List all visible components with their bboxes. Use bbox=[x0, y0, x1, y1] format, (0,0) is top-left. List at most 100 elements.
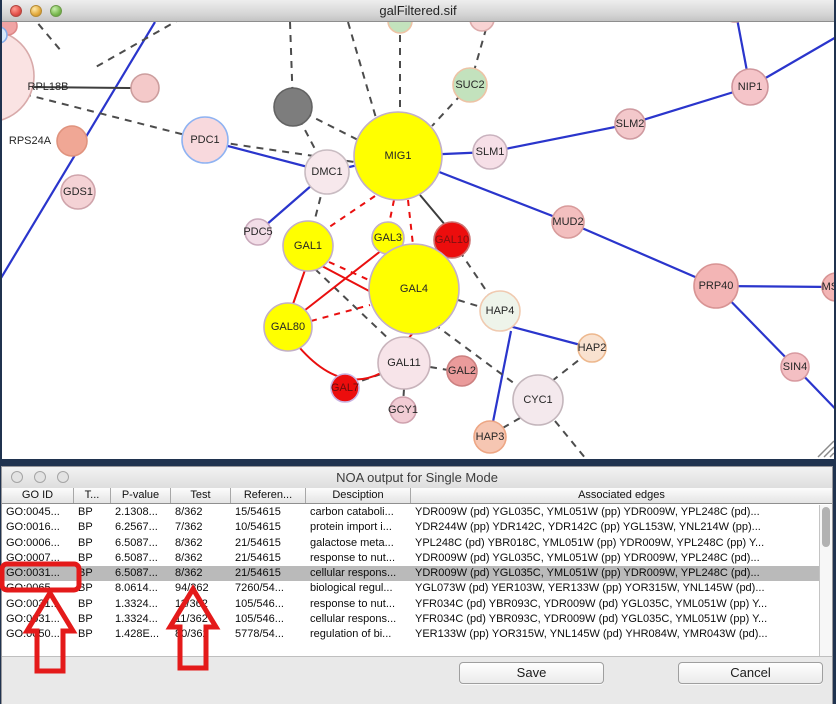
node-label: GAL3 bbox=[374, 232, 402, 244]
close-button[interactable] bbox=[10, 5, 22, 17]
network-window-title: galFiltered.sif bbox=[2, 0, 834, 21]
table-cell: 21/54615 bbox=[231, 551, 306, 566]
table-row-2[interactable]: GO:0006...BP6.5087...8/36221/54615galact… bbox=[2, 536, 819, 551]
network-canvas[interactable]: RPL18BRPS24AGDS1PDC1DMC1PDC5MIG1SUC2SLM1… bbox=[2, 22, 834, 459]
table-cell: 1.3324... bbox=[111, 597, 171, 612]
network-edge bbox=[348, 22, 376, 118]
table-cell: BP bbox=[74, 520, 111, 535]
table-cell: carbon cataboli... bbox=[306, 505, 411, 520]
table-cell: YDR009W (pd) YGL035C, YML051W (pp) YDR00… bbox=[411, 566, 819, 581]
table-cell: BP bbox=[74, 505, 111, 520]
table-row-3[interactable]: GO:0007...BP6.5087...8/36221/54615respon… bbox=[2, 551, 819, 566]
table-cell: GO:0045... bbox=[2, 505, 74, 520]
node-label: SUC2 bbox=[455, 79, 484, 91]
node-label: GAL1 bbox=[294, 240, 322, 252]
node-label: SLM1 bbox=[476, 146, 505, 158]
resize-grip[interactable] bbox=[830, 453, 834, 457]
node-pink-partial-top[interactable] bbox=[470, 22, 494, 31]
node-label: MUD2 bbox=[552, 216, 583, 228]
table-cell: 8/362 bbox=[171, 536, 231, 551]
table-row-1[interactable]: GO:0016...BP6.2567...7/36210/54615protei… bbox=[2, 520, 819, 535]
table-row-7[interactable]: GO:0031...BP1.3324...11/362105/546...cel… bbox=[2, 612, 819, 627]
column-header-3[interactable]: Test bbox=[171, 488, 231, 503]
node-label: HAP3 bbox=[476, 431, 505, 443]
node-label: PDC5 bbox=[243, 226, 272, 238]
network-edge bbox=[420, 195, 446, 226]
node-label: GAL10 bbox=[435, 234, 469, 246]
noa-titlebar[interactable]: NOA output for Single Mode bbox=[2, 467, 832, 489]
table-cell: GO:0031... bbox=[2, 566, 74, 581]
table-cell: 105/546... bbox=[231, 597, 306, 612]
node-label: MIG1 bbox=[385, 150, 412, 162]
table-cell: 7260/54... bbox=[231, 581, 306, 596]
network-edge bbox=[430, 367, 448, 370]
table-cell: YDR244W (pp) YDR142C, YDR142C (pp) YGL15… bbox=[411, 520, 819, 535]
table-cell: 105/546... bbox=[231, 612, 306, 627]
noa-footer: Save Cancel bbox=[2, 656, 832, 704]
table-row-6[interactable]: GO:0031...BP1.3324...11/362105/546...res… bbox=[2, 597, 819, 612]
node-green-partial-top[interactable] bbox=[388, 22, 412, 33]
node-RPS24A[interactable] bbox=[57, 126, 87, 156]
table-cell: 6.5087... bbox=[111, 536, 171, 551]
close-button[interactable] bbox=[11, 471, 23, 483]
node-label: HAP4 bbox=[486, 305, 515, 317]
column-header-0[interactable]: GO ID bbox=[2, 488, 74, 503]
network-edge bbox=[408, 200, 413, 245]
table-cell: YDR009W (pd) YGL035C, YML051W (pp) YDR00… bbox=[411, 551, 819, 566]
network-titlebar[interactable]: galFiltered.sif bbox=[2, 0, 834, 22]
table-row-0[interactable]: GO:0045...BP2.1308...8/36215/54615carbon… bbox=[2, 505, 819, 520]
minimize-button[interactable] bbox=[34, 471, 46, 483]
scrollbar-thumb[interactable] bbox=[822, 507, 830, 547]
table-body: GO:0045...BP2.1308...8/36215/54615carbon… bbox=[2, 505, 819, 643]
node-label: HAP2 bbox=[578, 342, 607, 354]
column-header-1[interactable]: T... bbox=[74, 488, 111, 503]
table-cell: YFR034C (pd) YBR093C, YDR009W (pd) YGL03… bbox=[411, 597, 819, 612]
node-label: PRP40 bbox=[699, 280, 734, 292]
table-cell: 6.2567... bbox=[111, 520, 171, 535]
table-cell: 8/362 bbox=[171, 566, 231, 581]
node-hub-partial[interactable] bbox=[2, 30, 34, 122]
network-edge bbox=[630, 87, 750, 124]
table-cell: GO:0031... bbox=[2, 597, 74, 612]
table-cell: 6.5087... bbox=[111, 551, 171, 566]
table-row-4[interactable]: GO:0031...BP6.5087...8/36221/54615cellul… bbox=[2, 566, 819, 581]
column-header-6[interactable]: Associated edges bbox=[411, 488, 832, 503]
table-cell: regulation of bi... bbox=[306, 627, 411, 642]
node-label: CYC1 bbox=[523, 394, 552, 406]
table-cell: YGL073W (pd) YER103W, YER133W (pp) YOR31… bbox=[411, 581, 819, 596]
node-RPL18B[interactable] bbox=[131, 74, 159, 102]
vertical-scrollbar[interactable] bbox=[819, 505, 832, 656]
noa-window-title: NOA output for Single Mode bbox=[2, 467, 832, 488]
table-row-5[interactable]: GO:0065...BP8.0614...94/3627260/54...bio… bbox=[2, 581, 819, 596]
table-cell: 8/362 bbox=[171, 551, 231, 566]
table-row-8[interactable]: GO:0050...BP1.428E...80/3625778/54...reg… bbox=[2, 627, 819, 642]
network-edge bbox=[555, 421, 586, 459]
column-header-2[interactable]: P-value bbox=[111, 488, 171, 503]
table-cell: BP bbox=[74, 612, 111, 627]
node-label: GAL7 bbox=[331, 382, 359, 394]
node-label: DMC1 bbox=[311, 166, 342, 178]
zoom-button[interactable] bbox=[50, 5, 62, 17]
table-cell: BP bbox=[74, 566, 111, 581]
table-cell: 7/362 bbox=[171, 520, 231, 535]
table-cell: GO:0050... bbox=[2, 627, 74, 642]
column-header-4[interactable]: Referen... bbox=[231, 488, 306, 503]
table-cell: cellular respons... bbox=[306, 566, 411, 581]
network-edge bbox=[293, 270, 305, 304]
table-cell: biological regul... bbox=[306, 581, 411, 596]
node-label: GAL11 bbox=[387, 357, 420, 369]
column-header-5[interactable]: Desciption bbox=[306, 488, 411, 503]
network-window: galFiltered.sif RPL18BRPS24AGDS1PDC1DMC1… bbox=[2, 0, 834, 459]
table-cell: response to nut... bbox=[306, 551, 411, 566]
zoom-button[interactable] bbox=[57, 471, 69, 483]
node-gray-node[interactable] bbox=[274, 88, 312, 126]
table-cell: YDR009W (pd) YGL035C, YML051W (pp) YDR00… bbox=[411, 505, 819, 520]
table-cell: GO:0007... bbox=[2, 551, 74, 566]
cancel-button[interactable]: Cancel bbox=[678, 662, 823, 684]
table-header: GO IDT...P-valueTestReferen...Desciption… bbox=[2, 488, 832, 504]
network-edge bbox=[552, 356, 584, 381]
network-edge bbox=[319, 196, 375, 234]
save-button[interactable]: Save bbox=[459, 662, 604, 684]
table-cell: 10/54615 bbox=[231, 520, 306, 535]
minimize-button[interactable] bbox=[30, 5, 42, 17]
